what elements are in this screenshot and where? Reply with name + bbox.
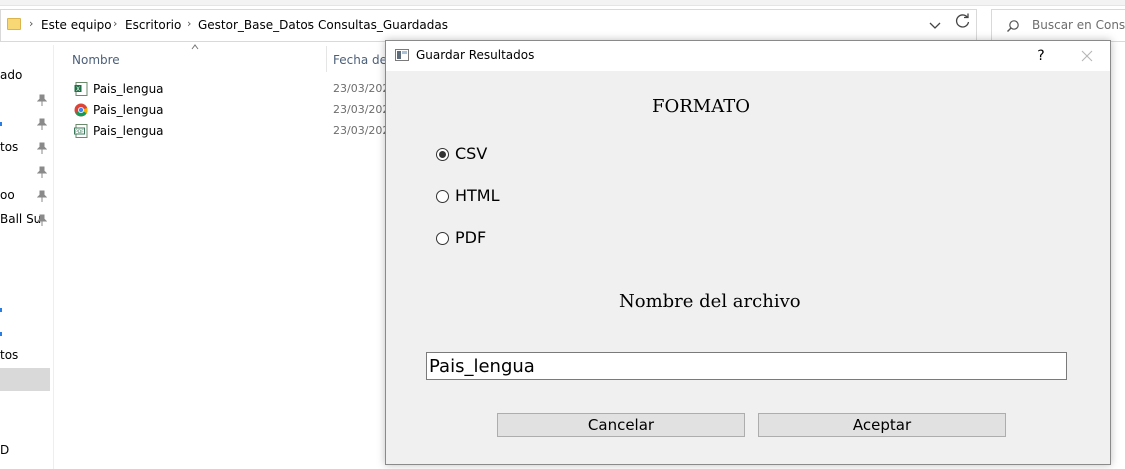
breadcrumb-escritorio[interactable]: Escritorio bbox=[125, 18, 181, 32]
nav-blue-mark bbox=[0, 332, 2, 336]
breadcrumb-consultas-guardadas[interactable]: Consultas_Guardadas bbox=[318, 18, 448, 32]
file-date: 23/03/202 bbox=[333, 124, 387, 137]
chrome-html-icon bbox=[74, 103, 88, 117]
folder-icon bbox=[7, 18, 21, 30]
nav-blue-mark bbox=[0, 308, 2, 312]
address-bar[interactable]: › Este equipo › Escritorio › Gestor_Base… bbox=[0, 9, 977, 42]
radio-csv[interactable]: CSV bbox=[436, 144, 636, 166]
sort-up-icon bbox=[191, 44, 199, 50]
dialog-title: Guardar Resultados bbox=[416, 48, 535, 62]
file-date: 23/03/202 bbox=[333, 82, 387, 95]
nav-item[interactable]: ado bbox=[0, 68, 22, 82]
nav-item[interactable]: oo bbox=[0, 188, 15, 202]
radio-label: PDF bbox=[455, 228, 487, 247]
pin-icon bbox=[37, 142, 47, 154]
cancel-button[interactable]: Cancelar bbox=[497, 413, 745, 437]
radio-button[interactable] bbox=[436, 232, 449, 245]
pin-icon bbox=[37, 118, 47, 130]
chevron-right-icon: › bbox=[113, 17, 118, 30]
pin-icon bbox=[37, 94, 47, 106]
close-icon[interactable] bbox=[1070, 45, 1104, 67]
radio-label: CSV bbox=[455, 144, 488, 163]
nav-item[interactable]: Ball Su bbox=[0, 212, 41, 226]
breadcrumb-gestor-base-datos[interactable]: Gestor_Base_Datos bbox=[198, 18, 314, 32]
nav-item-selected[interactable] bbox=[0, 368, 50, 391]
radio-html[interactable]: HTML bbox=[436, 186, 636, 208]
pin-icon bbox=[37, 166, 47, 178]
chevron-right-icon: › bbox=[187, 17, 192, 30]
window-top-strip bbox=[0, 0, 1125, 6]
format-heading: FORMATO bbox=[652, 96, 751, 117]
refresh-icon[interactable] bbox=[951, 9, 975, 33]
chevron-right-icon: › bbox=[307, 17, 312, 30]
radio-pdf[interactable]: PDF bbox=[436, 228, 636, 250]
filename-heading: Nombre del archivo bbox=[619, 291, 801, 312]
pdf-file-icon: PDF bbox=[74, 124, 88, 138]
column-header-name[interactable]: Nombre bbox=[72, 53, 120, 67]
file-name: Pais_lengua bbox=[93, 82, 164, 96]
pin-icon bbox=[37, 214, 47, 226]
breadcrumb-este-equipo[interactable]: Este equipo bbox=[41, 18, 112, 32]
search-icon bbox=[1007, 20, 1019, 32]
chevron-down-icon[interactable] bbox=[926, 19, 944, 33]
navigation-pane: ado tos oo Ball Su tos D bbox=[0, 45, 54, 469]
dialog-titlebar[interactable]: Guardar Resultados ? bbox=[386, 41, 1110, 71]
radio-label: HTML bbox=[455, 186, 500, 205]
filename-input[interactable] bbox=[426, 352, 1067, 380]
svg-text:X: X bbox=[76, 86, 80, 93]
nav-item[interactable]: D bbox=[0, 443, 9, 457]
csv-file-icon: X bbox=[74, 82, 88, 96]
radio-button[interactable] bbox=[436, 190, 449, 203]
help-button[interactable]: ? bbox=[1026, 45, 1056, 67]
file-row[interactable]: Pais_lengua 23/03/202 bbox=[72, 101, 392, 121]
column-divider[interactable] bbox=[326, 46, 327, 72]
file-row[interactable]: X Pais_lengua 23/03/202 bbox=[72, 80, 392, 100]
search-placeholder: Buscar en Consult bbox=[1032, 18, 1125, 32]
pin-icon bbox=[37, 190, 47, 202]
file-name: Pais_lengua bbox=[93, 124, 164, 138]
accept-button[interactable]: Aceptar bbox=[758, 413, 1006, 437]
file-date: 23/03/202 bbox=[333, 103, 387, 116]
nav-blue-mark bbox=[0, 122, 2, 126]
radio-button-checked[interactable] bbox=[436, 148, 449, 161]
save-results-dialog: Guardar Resultados ? FORMATO CSV HTML PD… bbox=[385, 40, 1111, 465]
chevron-right-icon: › bbox=[29, 17, 34, 30]
app-window-icon bbox=[395, 49, 409, 61]
nav-item[interactable]: tos bbox=[0, 348, 18, 362]
search-input[interactable]: Buscar en Consult bbox=[991, 9, 1125, 42]
svg-text:PDF: PDF bbox=[75, 129, 84, 135]
file-name: Pais_lengua bbox=[93, 103, 164, 117]
file-row[interactable]: PDF Pais_lengua 23/03/202 bbox=[72, 122, 392, 142]
nav-item[interactable]: tos bbox=[0, 140, 18, 154]
